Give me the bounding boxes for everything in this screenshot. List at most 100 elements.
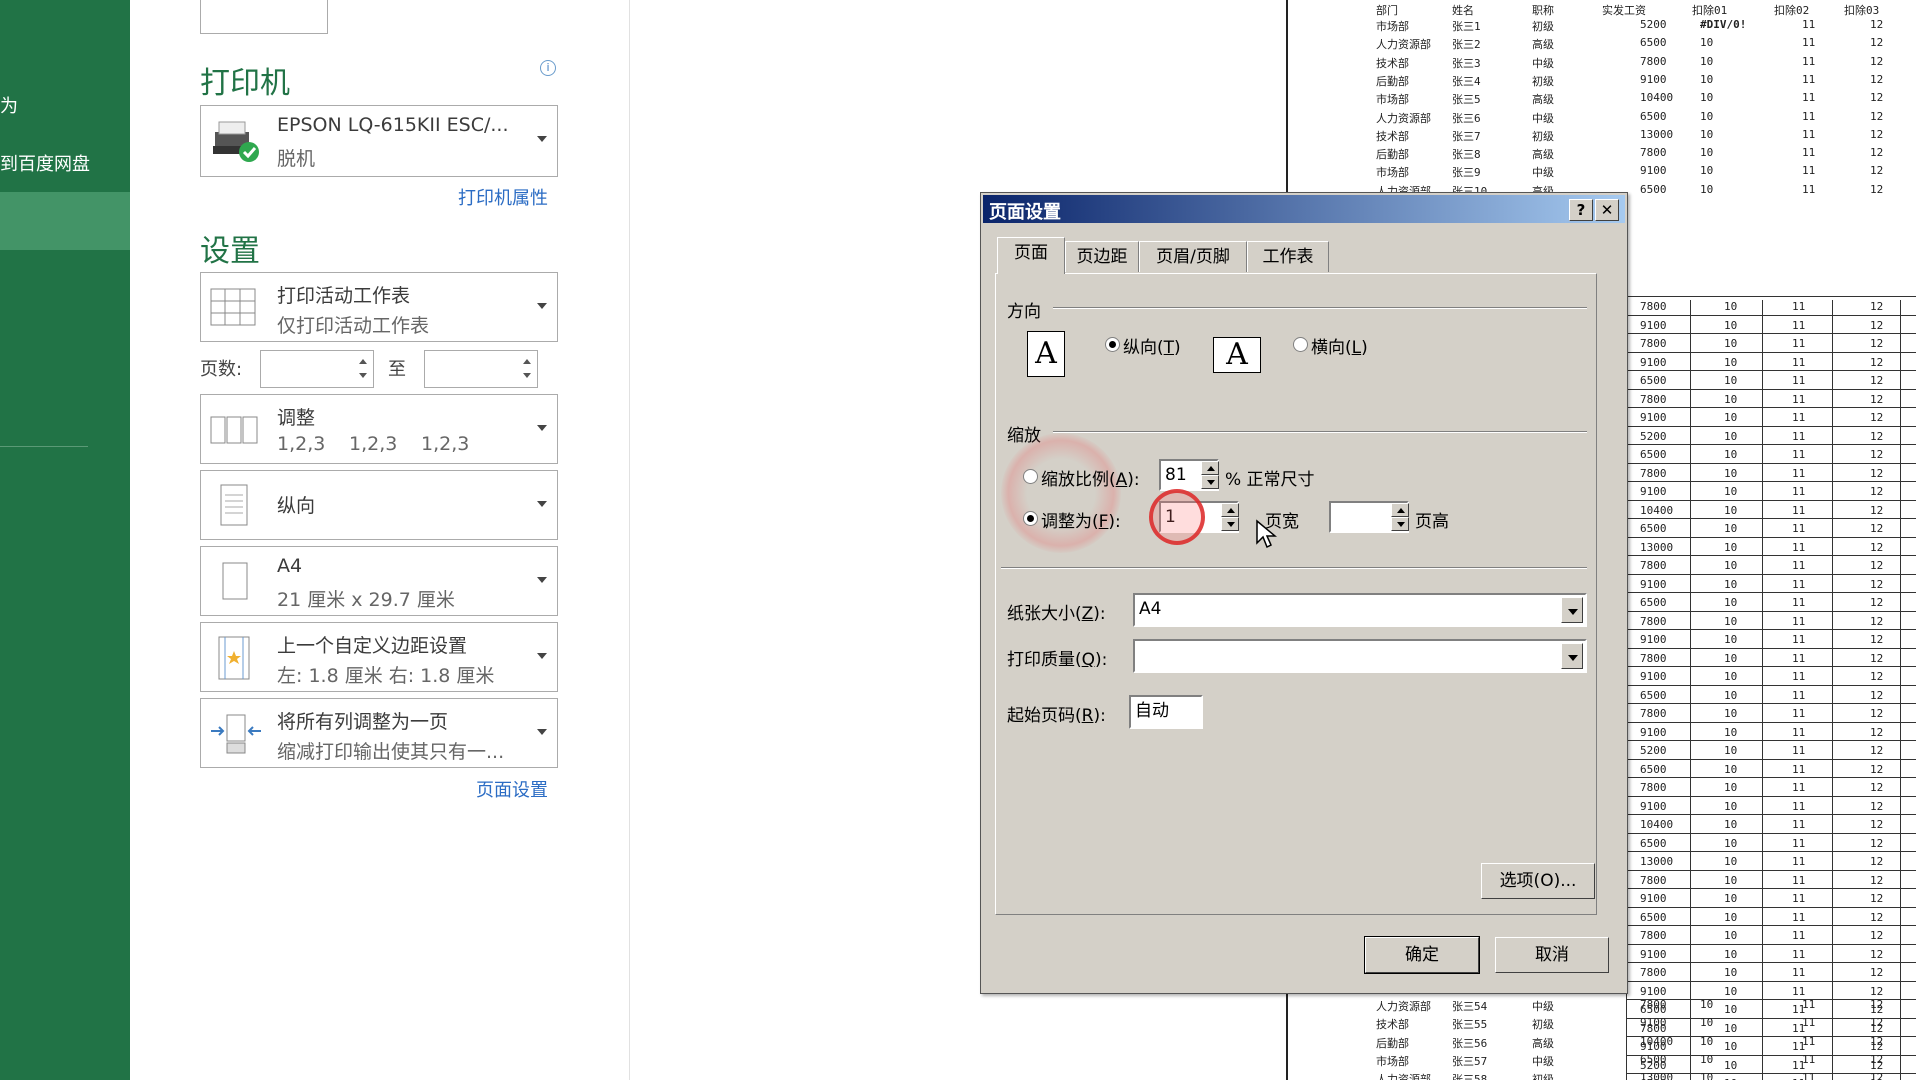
pages-to-input[interactable] — [424, 350, 538, 388]
sheet-gridline — [1626, 962, 1916, 963]
sheet-cell: 张三56 — [1452, 1036, 1488, 1050]
tab-margins[interactable]: 页边距 — [1065, 241, 1139, 272]
fit-pages-wide-spinner[interactable] — [1221, 503, 1239, 531]
sheet-gridline — [1626, 777, 1916, 778]
sheet-cell: 11 — [1792, 651, 1806, 665]
sheet-cell: 11 — [1792, 744, 1806, 757]
sheet-cell: 初级 — [1532, 129, 1554, 143]
sheet-cell: 12 — [1870, 855, 1884, 868]
fit-pages-tall-suffix: 页高 — [1415, 512, 1449, 532]
fit-to-label[interactable]: 调整为(F): — [1041, 507, 1121, 532]
sheet-cell: 人力资源部 — [1376, 1000, 1431, 1013]
paper-size-dropdown[interactable]: A4 21 厘米 x 29.7 厘米 — [200, 546, 558, 616]
page-setup-link[interactable]: 页面设置 — [476, 776, 548, 802]
nav-item-baidu-disk[interactable]: 到百度网盘 — [0, 150, 90, 176]
sheet-gridline — [1762, 300, 1763, 1080]
sheet-cell: 12 — [1870, 54, 1884, 68]
sheet-gridline — [1626, 518, 1916, 519]
sheet-cell: #DIV/0! — [1700, 18, 1747, 31]
sheet-cell: 11 — [1792, 633, 1806, 646]
scale-percent-spinner[interactable] — [1201, 461, 1219, 489]
tab-page[interactable]: 页面 — [997, 237, 1065, 274]
tab-header-footer[interactable]: 页眉/页脚 — [1139, 241, 1247, 272]
sheet-cell: 12 — [1870, 577, 1884, 591]
sheet-cell: 10 — [1724, 855, 1738, 868]
nav-selected-item[interactable] — [0, 192, 130, 250]
sheet-cell: 7800 — [1640, 873, 1667, 887]
info-icon[interactable]: i — [540, 60, 556, 76]
sheet-cell: 12 — [1870, 18, 1884, 31]
sheet-cell: 后勤部 — [1376, 1036, 1409, 1050]
margins-dropdown[interactable]: 上一个自定义边距设置 左: 1.8 厘米 右: 1.8 厘米 — [200, 622, 558, 692]
options-button[interactable]: 选项(O)... — [1481, 863, 1595, 899]
fit-pages-tall-spinner[interactable] — [1391, 503, 1409, 531]
collate-dropdown[interactable]: 调整 1,2,3 1,2,3 1,2,3 — [200, 394, 558, 464]
sheet-cell: 12 — [1870, 127, 1884, 141]
sheet-cell: 7800 — [1640, 929, 1667, 942]
tab-sheet[interactable]: 工作表 — [1247, 241, 1329, 272]
sheet-cell: 6500 — [1640, 522, 1667, 535]
first-page-input[interactable]: 自动 — [1129, 695, 1203, 729]
close-button[interactable]: ✕ — [1595, 199, 1619, 221]
printer-properties-link[interactable]: 打印机属性 — [458, 184, 548, 210]
sheet-cell: 13000 — [1640, 127, 1674, 141]
sheet-cell: 后勤部 — [1376, 148, 1409, 162]
paper-size-select[interactable]: A4 — [1133, 593, 1587, 627]
copies-input[interactable] — [200, 0, 328, 34]
sheet-cell: 7800 — [1640, 966, 1667, 979]
scale-percent-label[interactable]: 缩放比例(A): — [1041, 465, 1140, 490]
sheet-cell: 10 — [1724, 540, 1738, 554]
print-quality-select[interactable] — [1133, 639, 1587, 673]
sheet-cell: 12 — [1870, 873, 1884, 887]
sheet-cell: 12 — [1870, 522, 1884, 535]
sheet-cell: 7800 — [1640, 614, 1667, 628]
portrait-label[interactable]: 纵向(T) — [1123, 333, 1181, 358]
sheet-cell: 11 — [1792, 337, 1806, 350]
nav-item-save-as[interactable]: 为 — [0, 92, 18, 118]
sheet-gridline — [1626, 906, 1916, 908]
sheet-cell: 11 — [1792, 577, 1806, 591]
sheet-cell: 10 — [1724, 318, 1738, 332]
orientation-dropdown[interactable]: 纵向 — [200, 470, 558, 540]
sheet-cell: 12 — [1870, 781, 1884, 794]
fit-to-radio[interactable] — [1023, 511, 1038, 526]
sheet-cell: 9100 — [1640, 577, 1667, 591]
landscape-label[interactable]: 横向(L) — [1311, 333, 1368, 358]
sheet-cell: 11 — [1792, 762, 1806, 776]
chevron-down-icon[interactable] — [1561, 597, 1583, 623]
sheet-cell: 11 — [1802, 1052, 1816, 1066]
scale-percent-radio[interactable] — [1023, 469, 1038, 484]
sheet-cell: 6500 — [1640, 688, 1667, 702]
sheet-cell: 后勤部 — [1376, 74, 1409, 88]
sheet-cell: 市场部 — [1376, 93, 1409, 107]
landscape-radio[interactable] — [1293, 337, 1308, 352]
sheet-cell: 张三58 — [1452, 1073, 1488, 1080]
sheet-cell: 12 — [1870, 596, 1884, 609]
chevron-down-icon[interactable] — [1561, 643, 1583, 669]
scaling-dropdown[interactable]: 将所有列调整为一页 缩减打印输出使其只有一... — [200, 698, 558, 768]
sheet-cell: 12 — [1870, 1034, 1884, 1048]
portrait-radio[interactable] — [1105, 337, 1120, 352]
pages-from-input[interactable] — [260, 350, 374, 388]
page-setup-dialog: 页面设置 ? ✕ 页面 页边距 页眉/页脚 工作表 方向 A 纵向(T) A 横… — [980, 192, 1628, 994]
sheet-cell: 11 — [1792, 392, 1806, 406]
paper-size-label: 纸张大小(Z): — [1007, 604, 1106, 624]
sheet-cell: 12 — [1870, 836, 1884, 850]
cancel-button[interactable]: 取消 — [1495, 937, 1609, 973]
print-scope-dropdown[interactable]: 打印活动工作表 仅打印活动工作表 — [200, 272, 558, 342]
sheet-cell: 10 — [1724, 522, 1738, 535]
printer-dropdown[interactable]: EPSON LQ-615KII ESC/... 脱机 — [200, 105, 558, 177]
sheet-cell: 高级 — [1532, 1036, 1554, 1050]
sheet-cell: 12 — [1870, 799, 1884, 813]
sheet-cell: 12 — [1870, 651, 1884, 665]
backstage-nav: 为 到百度网盘 — [0, 0, 130, 1080]
dialog-titlebar[interactable]: 页面设置 ? ✕ — [983, 195, 1625, 223]
help-button[interactable]: ? — [1569, 199, 1593, 221]
sheet-gridline — [1626, 592, 1916, 593]
sheet-cell: 张三57 — [1452, 1054, 1488, 1068]
sheet-cell: 10 — [1700, 91, 1714, 105]
ok-button[interactable]: 确定 — [1364, 936, 1480, 974]
sheet-cell: 12 — [1870, 670, 1884, 683]
sheet-row: 技术部 张三3 中级 7800 10 11 12 — [1370, 53, 1916, 71]
sheet-cell: 10 — [1724, 614, 1738, 628]
